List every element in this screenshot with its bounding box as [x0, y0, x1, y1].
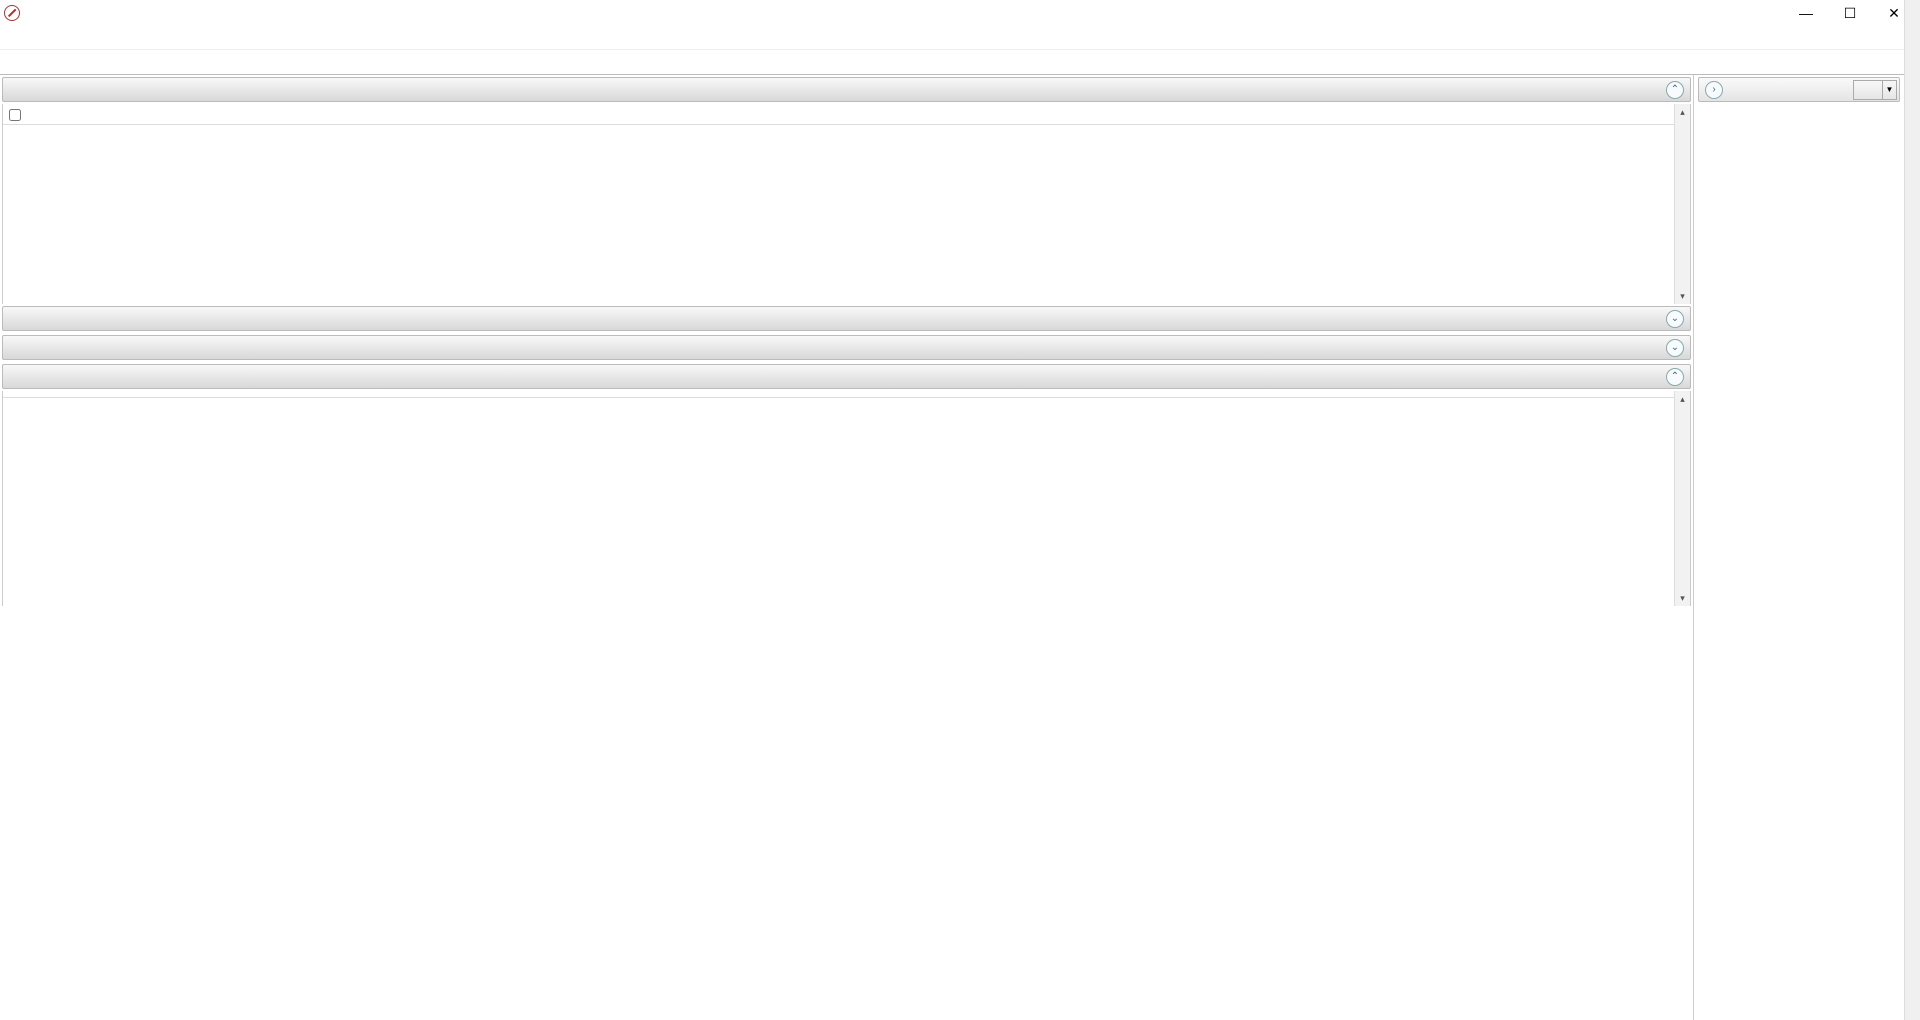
checkbox-column[interactable] — [3, 104, 27, 125]
col-port[interactable] — [1304, 391, 1424, 398]
ports-table — [3, 391, 1674, 398]
minimize-button[interactable]: — — [1784, 0, 1828, 26]
processes-table-wrap: ▴ ▾ — [2, 104, 1691, 304]
tab-bar — [0, 50, 1920, 75]
collapse-icon[interactable]: ⌃ — [1666, 368, 1684, 386]
scroll-down-icon[interactable]: ▾ — [1675, 590, 1690, 606]
col-addr[interactable] — [288, 391, 1304, 398]
section-header-processes[interactable]: ⌃ — [2, 77, 1691, 102]
blue-swatch-icon — [645, 314, 655, 324]
collapse-charts-icon[interactable]: › — [1705, 81, 1723, 99]
collapse-icon[interactable]: ⌃ — [1666, 81, 1684, 99]
col-process[interactable] — [27, 104, 227, 125]
col-pid[interactable] — [227, 104, 307, 125]
ports-table-wrap: ▴ ▾ — [2, 391, 1691, 606]
col-total[interactable] — [1544, 104, 1674, 125]
scroll-up-icon[interactable]: ▴ — [1675, 391, 1690, 407]
ports-scrollbar[interactable]: ▴ ▾ — [1674, 391, 1690, 606]
main-pane: ⌃ ▴ — [0, 75, 1694, 1020]
col-process[interactable] — [3, 391, 228, 398]
titlebar: — ☐ ✕ — [0, 0, 1920, 26]
expand-icon[interactable]: ⌄ — [1666, 310, 1684, 328]
views-dropdown[interactable]: ▼ — [1853, 80, 1897, 100]
processes-scrollbar[interactable]: ▴ ▾ — [1674, 104, 1690, 304]
section-header-ports[interactable]: ⌃ — [2, 364, 1691, 389]
scroll-up-icon[interactable]: ▴ — [1675, 104, 1690, 120]
app-icon — [4, 5, 20, 21]
dropdown-icon[interactable]: ▼ — [1882, 81, 1896, 99]
charts-toolbar: › ▼ — [1698, 77, 1900, 102]
charts-pane: › ▼ — [1694, 75, 1904, 1020]
col-recv[interactable] — [1404, 104, 1544, 125]
activity-metric-2 — [645, 314, 661, 324]
col-proto[interactable] — [1424, 391, 1544, 398]
activity-metric-1 — [309, 314, 325, 324]
col-fw[interactable] — [1544, 391, 1674, 398]
left-pane-scrollbar[interactable] — [1904, 0, 1920, 1020]
green-swatch-icon — [309, 314, 319, 324]
menubar — [0, 26, 1920, 50]
expand-icon[interactable]: ⌄ — [1666, 339, 1684, 357]
col-send[interactable] — [1274, 104, 1404, 125]
processes-table — [3, 104, 1674, 125]
col-pid[interactable] — [228, 391, 288, 398]
section-header-activity[interactable]: ⌄ — [2, 306, 1691, 331]
section-header-tcp[interactable]: ⌄ — [2, 335, 1691, 360]
maximize-button[interactable]: ☐ — [1828, 0, 1872, 26]
scroll-down-icon[interactable]: ▾ — [1675, 288, 1690, 304]
